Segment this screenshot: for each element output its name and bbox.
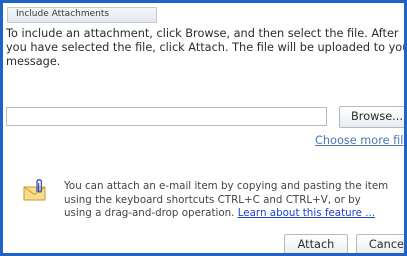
file-path-input[interactable] xyxy=(6,107,327,126)
cancel-button[interactable]: Cancel xyxy=(356,234,404,253)
instructions-text: To include an attachment, click Browse, … xyxy=(6,27,407,69)
choose-more-files-link[interactable]: Choose more fil xyxy=(315,134,403,147)
browse-button[interactable]: Browse... xyxy=(339,106,404,128)
attachment-dialog: Include Attachments To include an attach… xyxy=(0,0,407,256)
instructions-line: you have selected the file, click Attach… xyxy=(6,41,407,54)
tip-line: You can attach an e-mail item by copying… xyxy=(64,180,389,192)
group-title: Include Attachments xyxy=(16,9,110,19)
tip-line-text: using a drag-and-drop operation. xyxy=(64,207,235,219)
learn-about-feature-link[interactable]: Learn about this feature ... xyxy=(238,207,375,219)
tip-line: using the keyboard shortcuts CTRL+C and … xyxy=(64,193,361,206)
tip-text: You can attach an e-mail item by copying… xyxy=(64,180,404,221)
instructions-line: To include an attachment, click Browse, … xyxy=(6,27,399,40)
group-header: Include Attachments xyxy=(7,7,157,23)
attach-button[interactable]: Attach xyxy=(284,234,348,253)
tip-line: using a drag-and-drop operation. Learn a… xyxy=(64,207,404,221)
envelope-paperclip-icon xyxy=(23,179,46,201)
instructions-line: message. xyxy=(6,55,61,68)
